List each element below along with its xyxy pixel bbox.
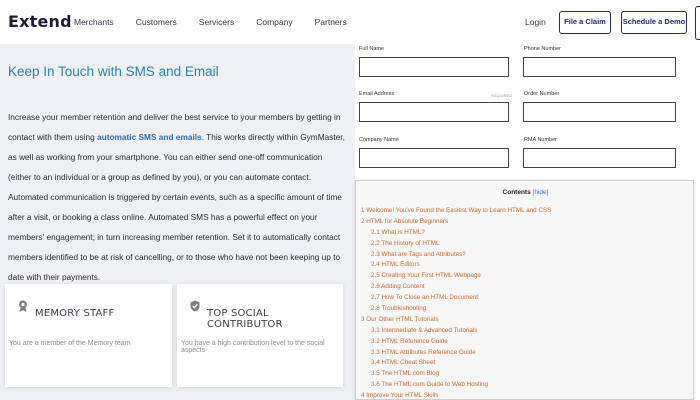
section-title: Keep In Touch with SMS and Email — [8, 64, 219, 79]
nav-links: Merchants Customers Servicers Company Pa… — [74, 17, 369, 27]
top-social-contributor-card: TOP SOCIAL CONTRIBUTOR You have a high c… — [177, 284, 343, 387]
checkmark-shield-icon — [190, 300, 200, 312]
sms-email-link[interactable]: automatic SMS and emails — [97, 132, 202, 142]
file-claim-button[interactable]: File a Claim — [559, 11, 611, 34]
toc-item[interactable]: 2.8 Troubleshooting — [361, 304, 691, 315]
top-navigation: Extend Merchants Customers Servicers Com… — [0, 0, 700, 44]
toc-item[interactable]: 3.2 HTML Reference Guide — [361, 337, 691, 348]
toc-item[interactable]: 2.4 HTML Editors — [361, 260, 691, 271]
body-paragraph: Increase your member retention and deliv… — [8, 107, 348, 287]
toc-item[interactable]: 3.5 The HTML.com Blog — [361, 369, 691, 380]
nav-link-servicers[interactable]: Servicers — [199, 17, 234, 27]
toc-item[interactable]: 2.5 Creating Your First HTML Webpage — [361, 271, 691, 282]
full-name-field[interactable] — [359, 57, 509, 77]
toc-item[interactable]: 2 HTML for Absolute Beginners — [361, 217, 691, 228]
toc-item[interactable]: 1 Welcome! You've Found the Easiest Way … — [361, 206, 691, 217]
toc-item[interactable]: 3.3 HTML Attributes Reference Guide — [361, 348, 691, 359]
company-field[interactable] — [359, 148, 509, 168]
email-label: Email Address — [359, 91, 395, 97]
card-description: You are a member of the Memory team — [9, 340, 131, 347]
toc-item[interactable]: 3.1 Intermediate & Advanced Tutorials — [361, 326, 691, 337]
card-title: TOP SOCIAL CONTRIBUTOR — [207, 308, 283, 330]
card-title: MEMORY STAFF — [35, 308, 115, 319]
toc-item[interactable]: 2.6 Adding Content — [361, 282, 691, 293]
toc-hide-link[interactable]: [hide] — [533, 189, 549, 196]
toc-item[interactable]: 3.6 The HTML.com Guide to Web Hosting — [361, 380, 691, 391]
toc-item[interactable]: 2.3 What are Tags and Attributes? — [361, 250, 691, 261]
toc-item[interactable]: 2.7 How To Close an HTML Document — [361, 293, 691, 304]
phone-field[interactable] — [523, 57, 676, 77]
rma-field[interactable] — [523, 148, 676, 168]
nav-overflow-edge — [695, 6, 700, 40]
full-name-label: Full Name — [359, 46, 385, 52]
memory-staff-card: MEMORY STAFF You are a member of the Mem… — [5, 284, 172, 387]
schedule-demo-button[interactable]: Schedule a Demo — [621, 11, 687, 34]
login-link[interactable]: Login — [525, 17, 546, 27]
toc-title: Contents — [502, 189, 531, 196]
card-description: You have a high contribution level to th… — [181, 340, 325, 354]
toc-item[interactable]: 3 Our Other HTML Tutorials — [361, 315, 691, 326]
toc-item[interactable]: 3.4 HTML Cheat Sheet — [361, 358, 691, 369]
toc-item[interactable]: 2.1 What is HTML? — [361, 228, 691, 239]
company-label: Company Name — [359, 137, 399, 143]
email-required-note: REQUIRED — [491, 93, 513, 98]
order-field[interactable] — [523, 102, 676, 122]
toc-item[interactable]: 2.2 The History of HTML — [361, 239, 691, 250]
toc-header: Contents [hide] — [356, 189, 693, 196]
table-of-contents: Contents [hide] 1 Welcome! You've Found … — [355, 180, 694, 400]
nav-link-customers[interactable]: Customers — [136, 17, 177, 27]
brand-logo[interactable]: Extend — [8, 12, 72, 31]
toc-item[interactable]: 4 Improve Your HTML Skills — [361, 391, 691, 399]
email-field[interactable] — [359, 102, 509, 122]
order-label: Order Number — [524, 91, 560, 97]
nav-link-company[interactable]: Company — [256, 17, 292, 27]
nav-link-partners[interactable]: Partners — [315, 17, 347, 27]
nav-link-merchants[interactable]: Merchants — [74, 17, 114, 27]
content-panel: Keep In Touch with SMS and Email Increas… — [0, 44, 355, 400]
rma-label: RMA Number — [524, 137, 558, 143]
body-text-rest: . This works directly within GymMaster, … — [8, 132, 345, 282]
badge-icon — [19, 300, 27, 312]
phone-label: Phone Number — [524, 46, 561, 52]
toc-list: 1 Welcome! You've Found the Easiest Way … — [361, 206, 691, 399]
